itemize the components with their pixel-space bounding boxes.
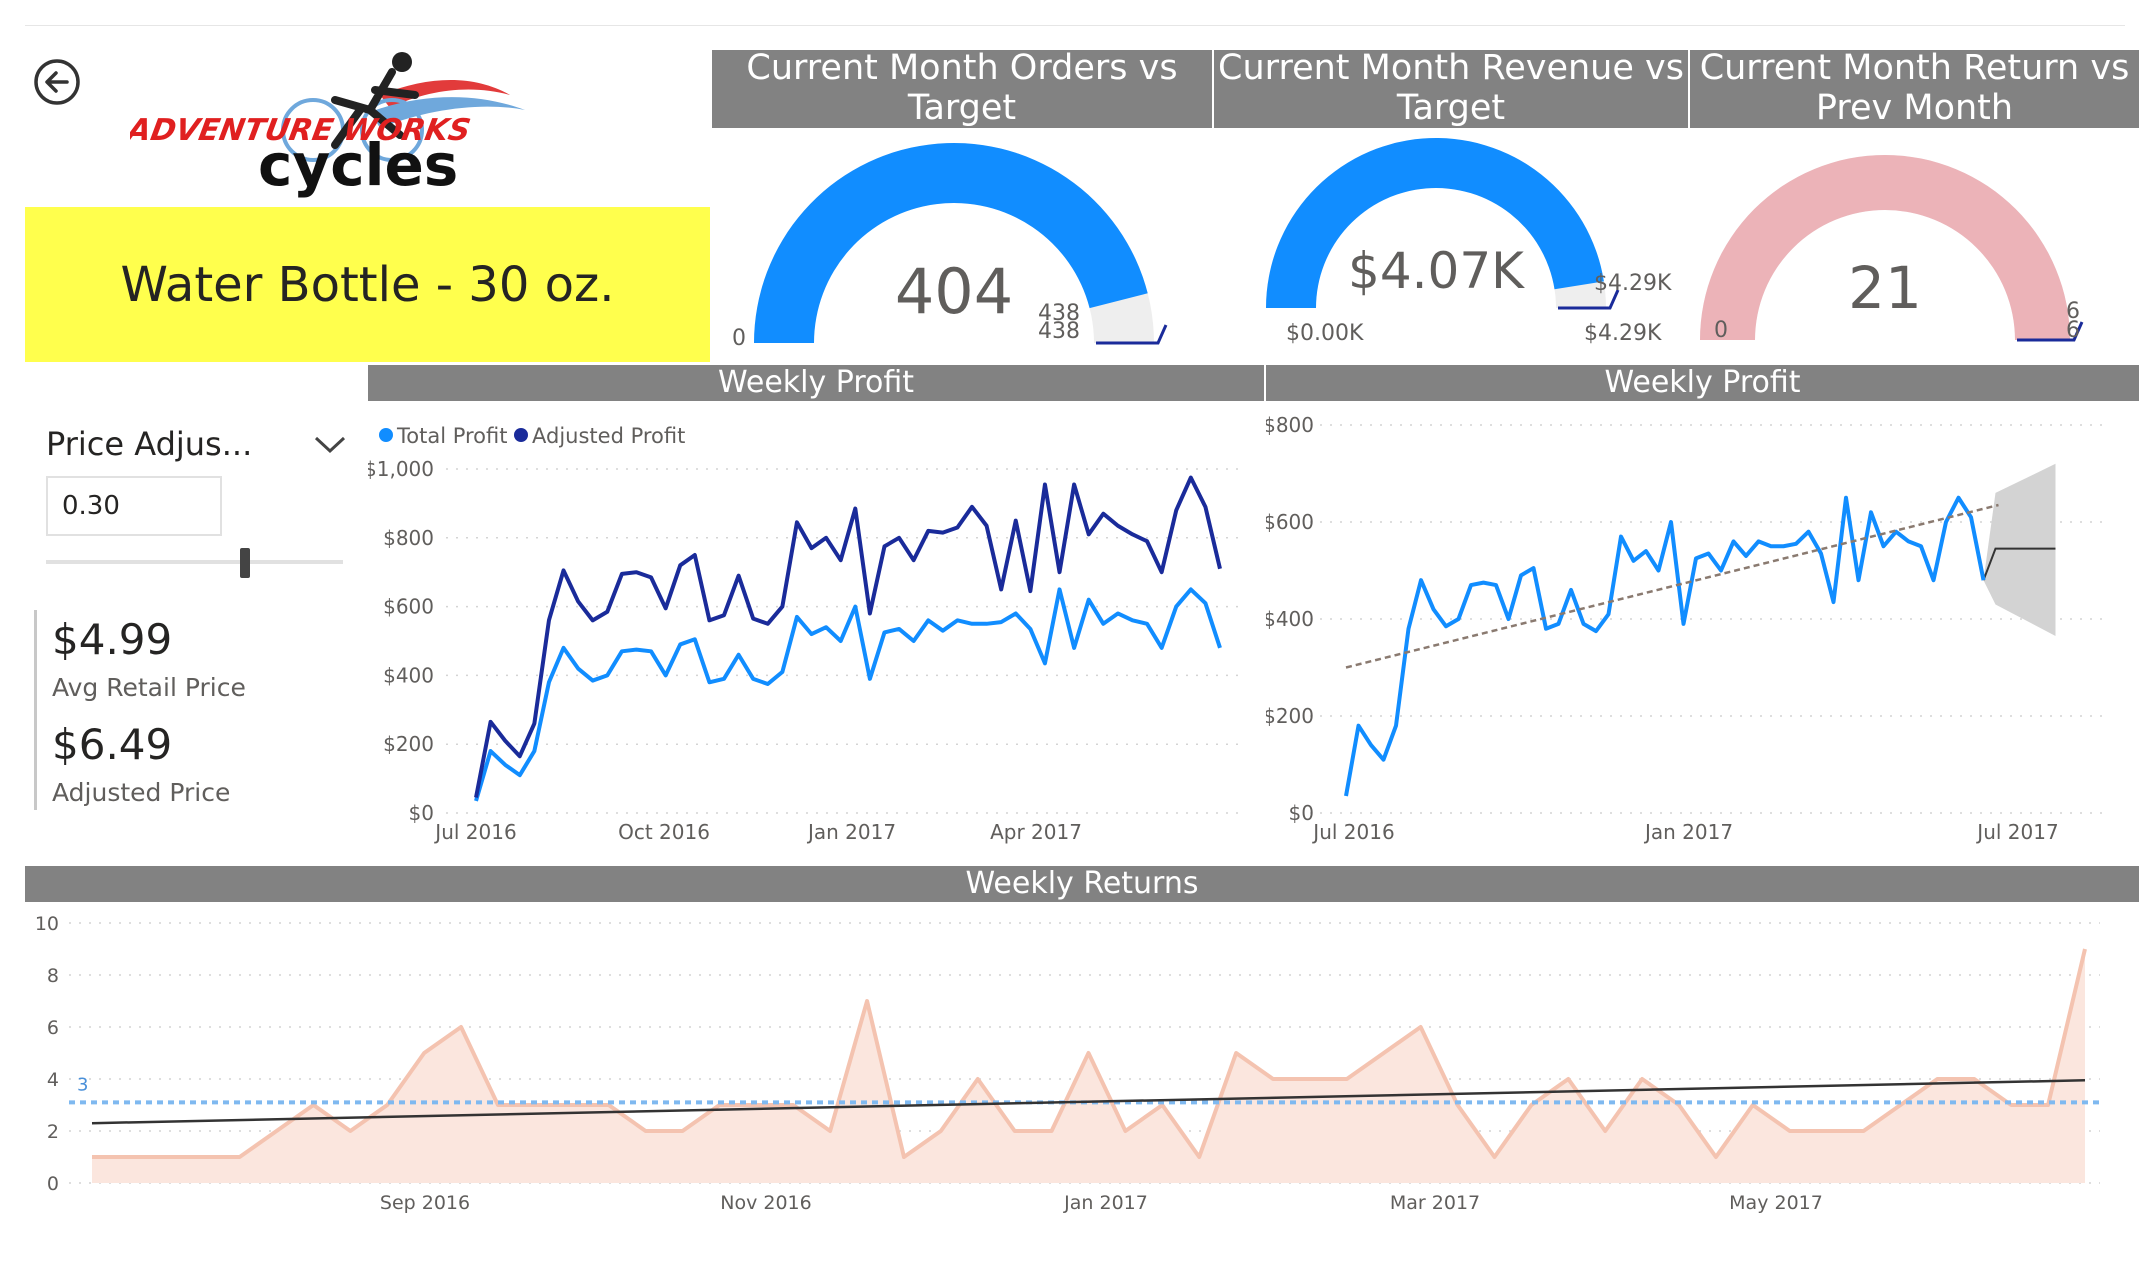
product-title-text: Water Bottle - 30 oz. (120, 256, 615, 313)
gauge-returns-min: 0 (1714, 318, 1728, 343)
gauge-returns-max: 6 (2066, 318, 2080, 343)
series-line-total-profit[interactable] (474, 587, 1222, 802)
x-tick-label: Jan 2017 (1063, 1192, 1148, 1214)
chart-grid (446, 468, 1240, 814)
y-tick-label: $200 (1266, 704, 1314, 728)
gauge-title-returns-l1: Current Month Return vs (1699, 48, 2130, 88)
price-adjustment-slicer-title: Price Adjus... (46, 425, 253, 463)
y-tick-label: $600 (383, 595, 434, 619)
y-tick-label: 6 (47, 1017, 59, 1039)
gauge-returns-value: 21 (1848, 254, 1922, 322)
average-label: 3 (77, 1074, 88, 1095)
x-axis: Jul 2016 Oct 2016 Jan 2017 Apr 2017 (433, 820, 1082, 844)
y-tick-label: $400 (1266, 607, 1314, 631)
gauge-revenue-target-label: $4.29K (1594, 271, 1672, 296)
y-tick-label: 4 (47, 1069, 59, 1091)
weekly-profit-title: Weekly Profit (717, 365, 915, 400)
chevron-down-icon[interactable] (312, 432, 348, 456)
adjusted-price-value: $6.49 (52, 720, 173, 769)
x-tick-label: Jan 2017 (1643, 820, 1733, 844)
weekly-profit-forecast-header: Weekly Profit (1266, 365, 2139, 401)
gauge-revenue[interactable]: $4.07K $0.00K $4.29K $4.29K (1266, 138, 1672, 346)
weekly-profit-forecast-title: Weekly Profit (1604, 365, 1801, 400)
gauge-title-returns-l2: Prev Month (1815, 88, 2014, 128)
y-axis: 0 2 4 6 8 10 (35, 913, 59, 1195)
gauge-title-orders: Current Month Orders vs Target (712, 48, 1212, 128)
y-tick-label: 2 (47, 1121, 59, 1143)
gauge-revenue-min: $0.00K (1286, 321, 1364, 346)
x-tick-label: Jul 2016 (1311, 820, 1394, 844)
gauge-returns[interactable]: 21 0 6 6 (1700, 155, 2084, 343)
logo-text-cycles: cycles (258, 131, 458, 199)
returns-area (92, 949, 2085, 1183)
x-tick-label: Jan 2017 (806, 820, 896, 844)
gauge-orders-value: 404 (895, 255, 1013, 328)
top-divider (25, 25, 2125, 26)
x-tick-label: Oct 2016 (618, 820, 710, 844)
y-tick-label: $200 (383, 732, 434, 756)
weekly-profit-header: Weekly Profit (368, 365, 1264, 401)
kpi-divider (34, 610, 37, 810)
avg-retail-price-label: Avg Retail Price (52, 673, 246, 702)
avg-retail-price-value: $4.99 (52, 615, 173, 664)
y-tick-label: 0 (47, 1173, 59, 1195)
price-adjustment-slider[interactable] (46, 560, 343, 564)
legend-total-profit-marker (379, 428, 393, 442)
y-tick-label: $0 (1289, 801, 1314, 825)
x-tick-label: Sep 2016 (380, 1192, 470, 1214)
gauge-revenue-max: $4.29K (1584, 321, 1662, 346)
weekly-profit-chart: Total Profit Adjusted Profit $0$200$400$… (368, 424, 1240, 844)
weekly-returns-title: Weekly Returns (965, 866, 1199, 901)
gauge-title-orders-l2: Target (907, 88, 1017, 128)
gauge-title-revenue-l1: Current Month Revenue vs (1218, 48, 1684, 88)
chart-grid (1310, 424, 2106, 814)
gauges: 404 0 438 438 $4.07K $0.00K $4.29K $4.29… (732, 138, 2084, 351)
y-tick-label: $1,000 (368, 457, 434, 481)
y-axis: $0 $200 $400 $600 $800 (1266, 413, 1314, 825)
gauge-orders[interactable]: 404 0 438 438 (732, 143, 1168, 351)
x-tick-label: May 2017 (1729, 1192, 1823, 1214)
y-axis: $0 $200 $400 $600 $800 $1,000 (368, 457, 434, 825)
slider-thumb[interactable] (240, 548, 251, 578)
y-tick-label: $800 (383, 526, 434, 550)
legend-adjusted-profit-marker (514, 428, 528, 442)
x-axis: Sep 2016 Nov 2016 Jan 2017 Mar 2017 May 2017 (380, 1192, 1823, 1214)
gauge-revenue-value: $4.07K (1348, 242, 1525, 300)
weekly-profit-forecast-chart: $0$200$400$600$800 Jul 2016 Jan 2017 Jul 2… (1266, 413, 2106, 844)
legend-adjusted-profit: Adjusted Profit (532, 424, 685, 448)
price-adjustment-input[interactable] (46, 476, 222, 536)
back-arrow-icon[interactable] (33, 58, 81, 106)
adventure-works-logo: ADVENTURE WORKS cycles (130, 52, 525, 199)
product-title: Water Bottle - 30 oz. (25, 207, 710, 362)
x-tick-label: Mar 2017 (1390, 1192, 1480, 1214)
adjusted-price-label: Adjusted Price (52, 778, 231, 807)
gauge-orders-max: 438 (1038, 319, 1080, 344)
series-line-adjusted-profit[interactable] (474, 475, 1222, 798)
gauge-orders-min: 0 (732, 326, 746, 351)
x-tick-label: Jul 2017 (1975, 820, 2058, 844)
gauge-title-revenue-l2: Target (1396, 88, 1506, 128)
x-tick-label: Apr 2017 (990, 820, 1082, 844)
legend-total-profit: Total Profit (396, 424, 508, 448)
weekly-returns-chart: 0 2 4 6 8 10 Sep 2016 Nov 2016 Jan 2017 Mar 2017… (35, 913, 2100, 1214)
y-tick-label: $400 (383, 663, 434, 687)
series-line-total-profit[interactable] (1344, 495, 1986, 797)
gauge-title-orders-l1: Current Month Orders vs (746, 48, 1178, 88)
weekly-returns-header: Weekly Returns (25, 866, 2139, 902)
y-tick-label: $0 (409, 801, 434, 825)
x-tick-label: Nov 2016 (720, 1192, 811, 1214)
gauge-title-returns: Current Month Return vs Prev Month (1690, 48, 2139, 128)
y-tick-label: $800 (1266, 413, 1314, 437)
x-axis: Jul 2016 Jan 2017 Jul 2017 (1311, 820, 2058, 844)
gauge-title-revenue: Current Month Revenue vs Target (1214, 48, 1688, 128)
x-tick-label: Jul 2016 (433, 820, 516, 844)
y-tick-label: $600 (1266, 510, 1314, 534)
y-tick-label: 10 (35, 913, 59, 935)
y-tick-label: 8 (47, 965, 59, 987)
